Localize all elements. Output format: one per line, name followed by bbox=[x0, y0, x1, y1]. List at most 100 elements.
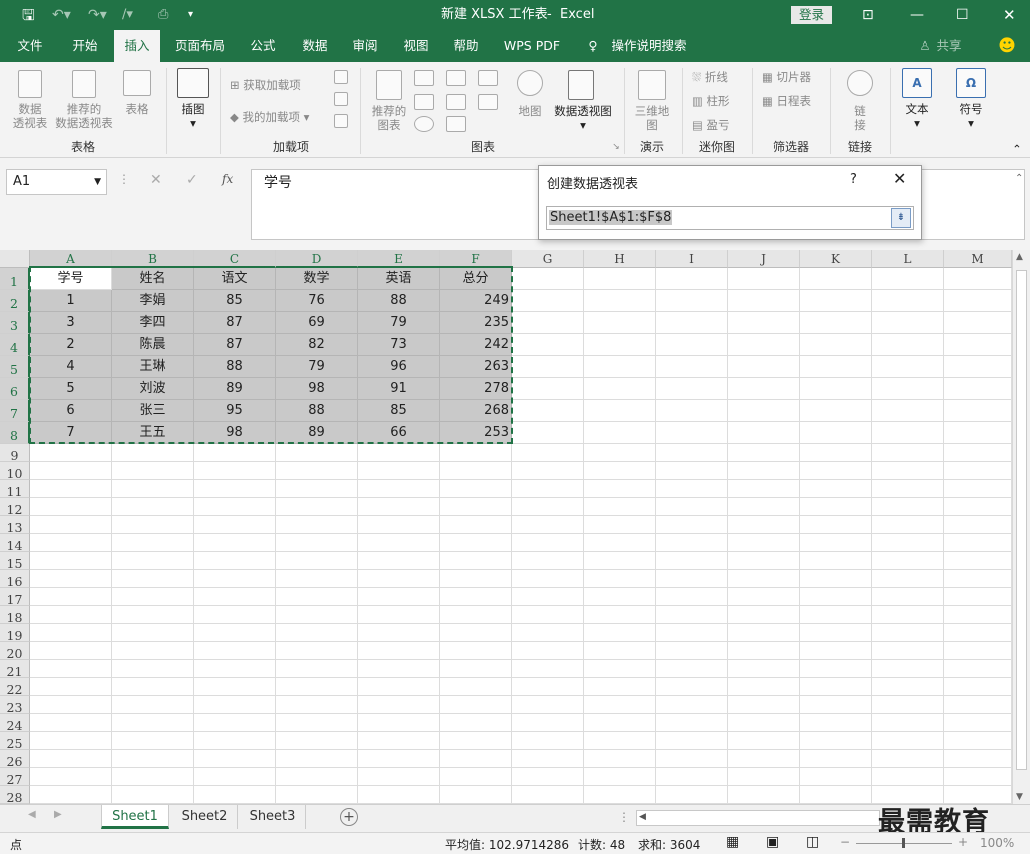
zoom-in-icon[interactable]: + bbox=[958, 835, 968, 849]
timeline-button[interactable]: ▦ 日程表 bbox=[762, 94, 824, 108]
data-cell[interactable]: 88 bbox=[194, 356, 276, 378]
empty-cell[interactable] bbox=[276, 750, 358, 768]
data-cell[interactable]: 5 bbox=[30, 378, 112, 400]
vertical-scrollbar[interactable]: ▲ ▼ bbox=[1012, 250, 1030, 804]
empty-cell[interactable] bbox=[358, 552, 440, 570]
empty-cell[interactable] bbox=[440, 768, 512, 786]
empty-cell[interactable] bbox=[512, 768, 584, 786]
empty-cell[interactable] bbox=[358, 768, 440, 786]
empty-cell[interactable] bbox=[728, 462, 800, 480]
data-cell[interactable]: 7 bbox=[30, 422, 112, 444]
empty-cell[interactable] bbox=[728, 570, 800, 588]
sparkline-winloss-button[interactable]: ▤ 盈亏 bbox=[692, 118, 748, 132]
next-sheet-icon[interactable]: ▶ bbox=[54, 809, 62, 820]
empty-cell[interactable] bbox=[358, 570, 440, 588]
login-button[interactable]: 登录 bbox=[791, 6, 833, 24]
empty-cell[interactable] bbox=[656, 356, 728, 378]
empty-cell[interactable] bbox=[656, 588, 728, 606]
empty-cell[interactable] bbox=[276, 444, 358, 462]
waterfall-chart-icon[interactable] bbox=[478, 70, 498, 86]
empty-cell[interactable] bbox=[512, 678, 584, 696]
empty-cell[interactable] bbox=[656, 750, 728, 768]
data-cell[interactable]: 98 bbox=[276, 378, 358, 400]
empty-cell[interactable] bbox=[728, 714, 800, 732]
empty-cell[interactable] bbox=[584, 624, 656, 642]
sparkline-column-button[interactable]: ▥ 柱形 bbox=[692, 94, 748, 108]
empty-cell[interactable] bbox=[800, 268, 872, 290]
row-header-22[interactable]: 22 bbox=[0, 678, 30, 697]
empty-cell[interactable] bbox=[800, 334, 872, 356]
empty-cell[interactable] bbox=[944, 642, 1012, 660]
empty-cell[interactable] bbox=[872, 552, 944, 570]
row-header-21[interactable]: 21 bbox=[0, 660, 30, 679]
empty-cell[interactable] bbox=[584, 678, 656, 696]
data-cell[interactable]: 263 bbox=[440, 356, 512, 378]
dialog-launcher-icon[interactable]: ↘ bbox=[610, 140, 622, 154]
empty-cell[interactable] bbox=[584, 334, 656, 356]
header-cell[interactable]: 数学 bbox=[276, 268, 358, 290]
line-chart-icon[interactable] bbox=[414, 94, 434, 110]
empty-cell[interactable] bbox=[872, 498, 944, 516]
empty-cell[interactable] bbox=[872, 624, 944, 642]
column-header-i[interactable]: I bbox=[656, 250, 728, 268]
empty-cell[interactable] bbox=[944, 268, 1012, 290]
empty-cell[interactable] bbox=[512, 444, 584, 462]
empty-cell[interactable] bbox=[944, 696, 1012, 714]
empty-cell[interactable] bbox=[944, 714, 1012, 732]
minimize-icon[interactable]: — bbox=[910, 0, 924, 30]
data-cell[interactable]: 95 bbox=[194, 400, 276, 422]
empty-cell[interactable] bbox=[656, 400, 728, 422]
empty-cell[interactable] bbox=[30, 696, 112, 714]
tab-page-layout[interactable]: 页面布局 bbox=[168, 30, 232, 62]
empty-cell[interactable] bbox=[584, 356, 656, 378]
row-header-3[interactable]: 3 bbox=[0, 312, 30, 334]
empty-cell[interactable] bbox=[656, 334, 728, 356]
empty-cell[interactable] bbox=[194, 642, 276, 660]
empty-cell[interactable] bbox=[800, 378, 872, 400]
empty-cell[interactable] bbox=[728, 498, 800, 516]
ribbon-display-icon[interactable]: ⊡ bbox=[862, 0, 874, 30]
empty-cell[interactable] bbox=[872, 732, 944, 750]
empty-cell[interactable] bbox=[728, 290, 800, 312]
row-header-13[interactable]: 13 bbox=[0, 516, 30, 535]
empty-cell[interactable] bbox=[656, 462, 728, 480]
empty-cell[interactable] bbox=[584, 312, 656, 334]
empty-cell[interactable] bbox=[112, 606, 194, 624]
row-header-18[interactable]: 18 bbox=[0, 606, 30, 625]
empty-cell[interactable] bbox=[358, 606, 440, 624]
empty-cell[interactable] bbox=[872, 534, 944, 552]
empty-cell[interactable] bbox=[512, 480, 584, 498]
visio-icon[interactable] bbox=[334, 114, 348, 128]
tab-home[interactable]: 开始 bbox=[62, 30, 108, 62]
empty-cell[interactable] bbox=[656, 768, 728, 786]
empty-cell[interactable] bbox=[728, 732, 800, 750]
empty-cell[interactable] bbox=[276, 660, 358, 678]
sparkline-line-button[interactable]: ⛆ 折线 bbox=[692, 70, 748, 84]
data-cell[interactable]: 89 bbox=[276, 422, 358, 444]
empty-cell[interactable] bbox=[872, 400, 944, 422]
hierarchy-chart-icon[interactable] bbox=[446, 70, 466, 86]
empty-cell[interactable] bbox=[728, 786, 800, 804]
empty-cell[interactable] bbox=[194, 444, 276, 462]
empty-cell[interactable] bbox=[30, 750, 112, 768]
empty-cell[interactable] bbox=[584, 498, 656, 516]
empty-cell[interactable] bbox=[194, 552, 276, 570]
empty-cell[interactable] bbox=[872, 268, 944, 290]
empty-cell[interactable] bbox=[440, 606, 512, 624]
empty-cell[interactable] bbox=[30, 714, 112, 732]
empty-cell[interactable] bbox=[276, 732, 358, 750]
empty-cell[interactable] bbox=[800, 678, 872, 696]
scatter-chart-icon[interactable] bbox=[446, 116, 466, 132]
data-cell[interactable]: 79 bbox=[358, 312, 440, 334]
empty-cell[interactable] bbox=[512, 732, 584, 750]
empty-cell[interactable] bbox=[656, 606, 728, 624]
empty-cell[interactable] bbox=[800, 570, 872, 588]
data-cell[interactable]: 李娟 bbox=[112, 290, 194, 312]
close-icon[interactable]: ✕ bbox=[1003, 0, 1016, 30]
empty-cell[interactable] bbox=[584, 732, 656, 750]
data-cell[interactable]: 88 bbox=[358, 290, 440, 312]
empty-cell[interactable] bbox=[112, 696, 194, 714]
empty-cell[interactable] bbox=[872, 750, 944, 768]
collapse-ribbon-icon[interactable]: ⌃ bbox=[1010, 142, 1024, 156]
data-cell[interactable]: 85 bbox=[194, 290, 276, 312]
